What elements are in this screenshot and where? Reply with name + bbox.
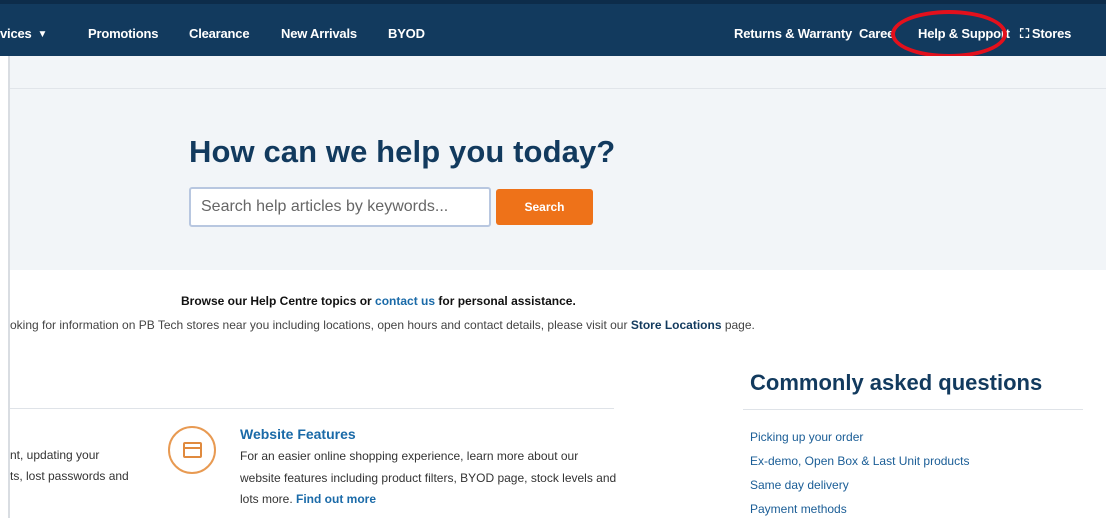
search-input[interactable] [189,187,491,227]
faq-list: Picking up your order Ex-demo, Open Box … [750,425,969,518]
chevron-down-icon: ▼ [37,29,48,40]
website-features-description: For an easier online shopping experience… [240,449,617,506]
contact-us-link[interactable]: contact us [375,294,435,308]
store-locations-link[interactable]: Store Locations [631,318,722,332]
faq-link-picking-up[interactable]: Picking up your order [750,425,969,449]
stores-info-text: oking for information on PB Tech stores … [10,318,755,332]
top-nav: vices ▼ Promotions Clearance New Arrivals… [0,0,1106,56]
browse-text: Browse our Help Centre topics or contact… [181,294,576,308]
nav-item-stores[interactable]: ⛶ Stores [1020,26,1071,42]
account-topic-text: nt, updating your ts, lost passwords and [10,448,129,483]
nav-item-byod[interactable]: BYOD [388,26,425,41]
store-icon: ⛶ [1020,26,1029,41]
nav-item-services[interactable]: vices ▼ [0,26,47,41]
faq-divider [743,409,1083,410]
browser-window-icon [168,426,216,474]
faq-title: Commonly asked questions [750,370,1043,395]
find-out-more-link[interactable]: Find out more [296,492,376,506]
nav-item-clearance[interactable]: Clearance [189,26,250,41]
page-title: How can we help you today? [189,134,616,169]
nav-item-returns-warranty[interactable]: Returns & Warranty [734,26,852,41]
topics-divider [10,408,614,409]
search-button[interactable]: Search [496,189,593,225]
nav-item-new-arrivals[interactable]: New Arrivals [281,26,357,41]
nav-item-promotions[interactable]: Promotions [88,26,158,41]
faq-link-payment[interactable]: Payment methods [750,497,969,518]
nav-item-help-support[interactable]: Help & Support [918,26,1010,41]
nav-item-careers[interactable]: Caree [859,26,894,41]
faq-link-same-day[interactable]: Same day delivery [750,473,969,497]
website-features-title[interactable]: Website Features [240,426,356,442]
hero-divider [10,88,1106,89]
faq-link-ex-demo[interactable]: Ex-demo, Open Box & Last Unit products [750,449,969,473]
